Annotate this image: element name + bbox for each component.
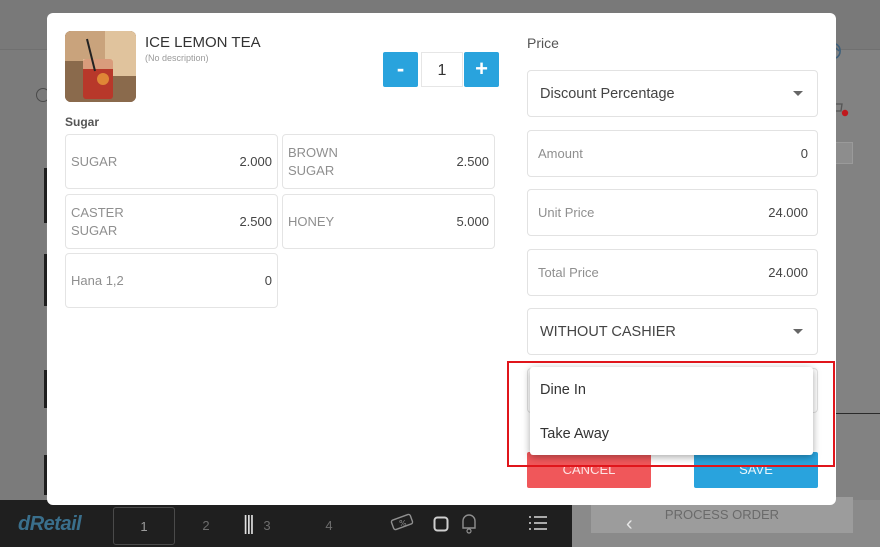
option-name: HONEY — [288, 213, 335, 229]
chevron-left-icon[interactable]: ‹ — [626, 513, 633, 536]
menu-bars-icon[interactable]: ||| — [243, 513, 255, 536]
amount-field[interactable]: Amount 0 — [527, 130, 818, 177]
total-price-field: Total Price 24.000 — [527, 249, 818, 296]
svg-text:%: % — [399, 519, 407, 528]
option-price: 5.000 — [456, 214, 489, 229]
decrease-quantity-button[interactable]: - — [383, 52, 418, 87]
option-name: SUGAR — [71, 153, 118, 169]
option-group-label: Sugar — [65, 115, 100, 129]
product-image — [65, 31, 136, 102]
unit-price-value: 24.000 — [768, 205, 808, 220]
option-name: Hana 1,2 — [71, 272, 124, 288]
brand-logo: dRetail — [18, 513, 82, 535]
clock-icon — [835, 42, 848, 65]
option-name: CASTER SUGAR — [71, 204, 124, 238]
unit-price-field: Unit Price 24.000 — [527, 189, 818, 236]
page-tab-4[interactable]: 4 — [298, 507, 360, 545]
option-hana[interactable]: Hana 1,2 0 — [65, 253, 278, 308]
unit-price-label: Unit Price — [538, 205, 595, 220]
bell-icon[interactable] — [459, 512, 479, 539]
amount-label: Amount — [538, 146, 583, 161]
discount-type-value: Discount Percentage — [540, 85, 675, 102]
total-price-label: Total Price — [538, 265, 599, 280]
page-tab-1[interactable]: 1 — [113, 507, 175, 545]
square-icon[interactable] — [433, 516, 449, 537]
option-price: 2.500 — [456, 154, 489, 169]
option-honey[interactable]: HONEY 5.000 — [282, 194, 495, 249]
option-price: 2.500 — [239, 214, 272, 229]
caret-down-icon — [793, 91, 803, 96]
option-brown-sugar[interactable]: BROWN SUGAR 2.500 — [282, 134, 495, 189]
page-tab-2[interactable]: 2 — [175, 507, 237, 545]
amount-value: 0 — [800, 146, 808, 161]
cashier-value: WITHOUT CASHIER — [540, 323, 676, 340]
product-title: ICE LEMON TEA — [145, 34, 261, 51]
discount-type-select[interactable]: Discount Percentage — [527, 70, 818, 117]
option-name: BROWN SUGAR — [288, 144, 338, 178]
price-section-label: Price — [527, 35, 559, 51]
quantity-value[interactable]: 1 — [421, 52, 463, 87]
option-price: 0 — [264, 273, 272, 288]
divider — [836, 413, 880, 414]
cart-icon — [836, 98, 850, 123]
option-sugar[interactable]: SUGAR 2.000 — [65, 134, 278, 189]
product-description: (No description) — [145, 53, 209, 63]
annotation-highlight-box — [507, 361, 835, 467]
option-caster-sugar[interactable]: CASTER SUGAR 2.500 — [65, 194, 278, 249]
total-price-value: 24.000 — [768, 265, 808, 280]
discount-tag-icon[interactable]: % — [390, 513, 416, 536]
cashier-select[interactable]: WITHOUT CASHIER — [527, 308, 818, 355]
background-input — [836, 142, 853, 164]
caret-down-icon — [793, 329, 803, 334]
option-price: 2.000 — [239, 154, 272, 169]
increase-quantity-button[interactable]: + — [464, 52, 499, 87]
list-icon[interactable] — [529, 515, 547, 536]
